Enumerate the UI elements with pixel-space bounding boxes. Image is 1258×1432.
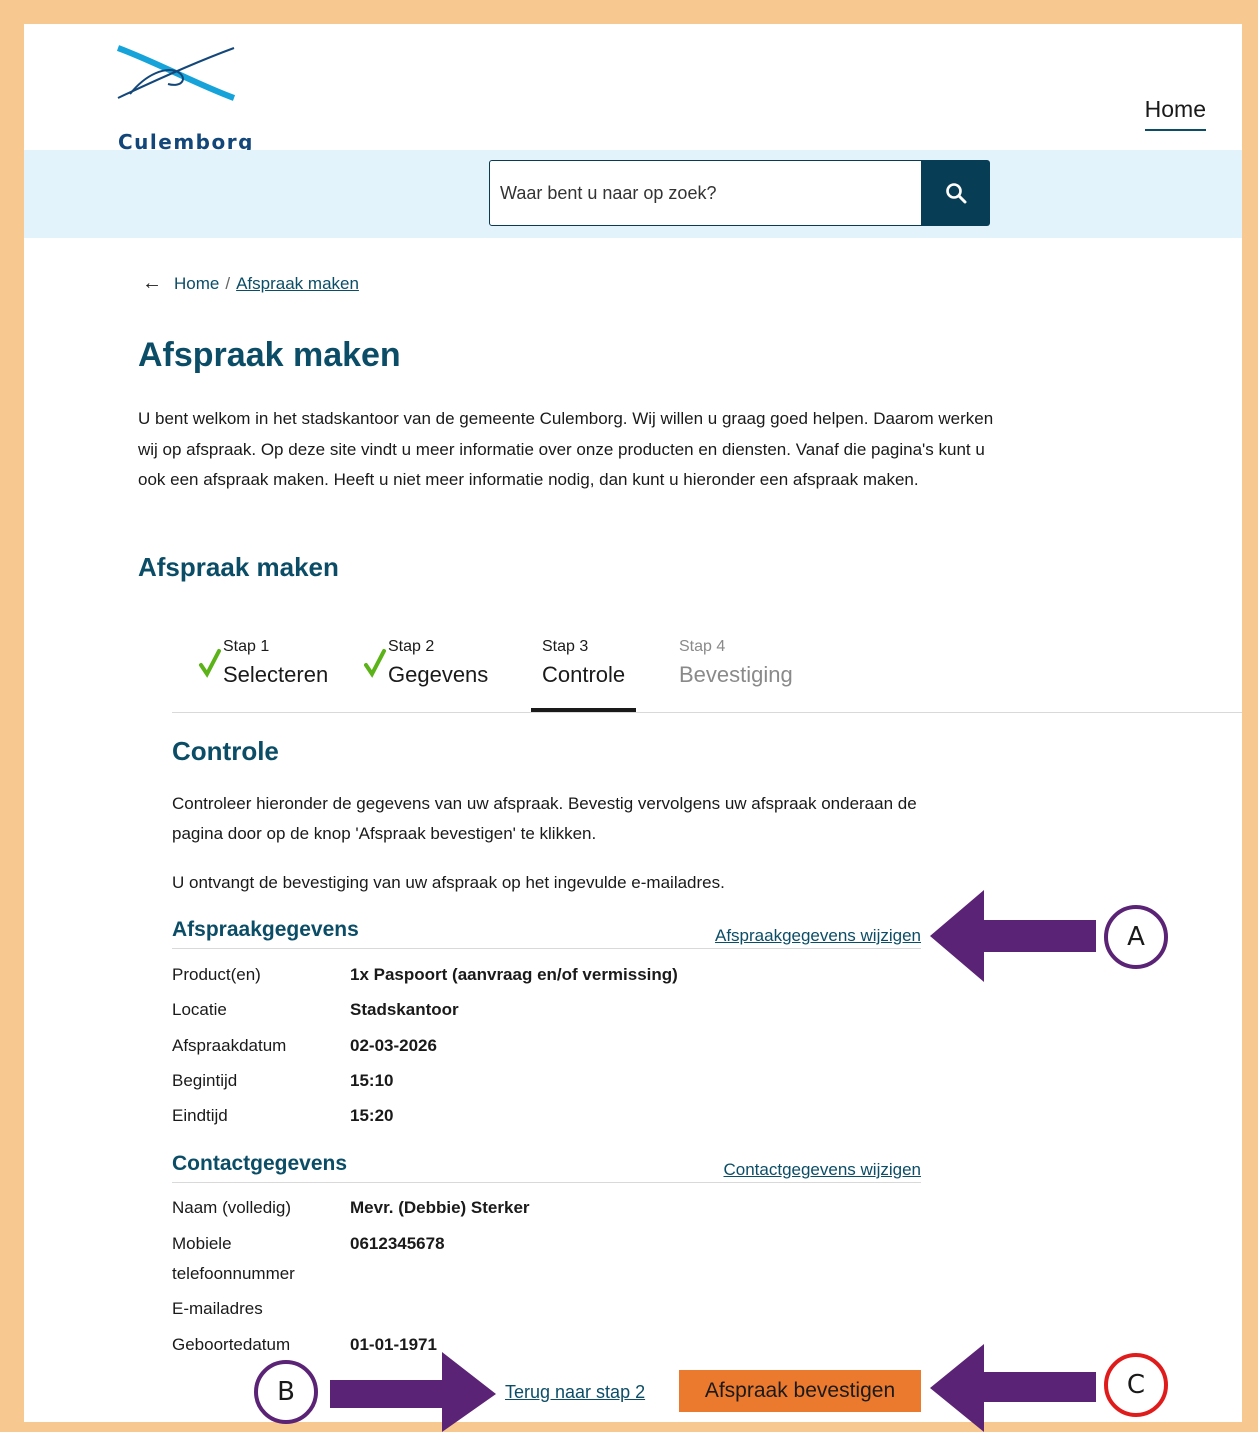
step-number: Stap 3 (542, 638, 589, 655)
contact-details-header: Contactgegevens Contactgegevens wijzigen (172, 1152, 921, 1183)
detail-label: Locatie (172, 1000, 227, 1019)
detail-value: Mevr. (Debbie) Sterker (350, 1198, 530, 1217)
step-1: Stap 1 Selecteren (199, 638, 329, 688)
controle-title: Controle (172, 736, 279, 766)
step-label: Selecteren (223, 662, 329, 687)
confirm-appointment-button[interactable]: Afspraak bevestigen (679, 1370, 921, 1412)
annotation-marker-b: B (254, 1360, 318, 1424)
breadcrumb-separator: / (225, 273, 231, 293)
detail-label: Mobiele telefoonnummer (172, 1234, 295, 1283)
search-band: Waar bent u naar op zoek? (24, 150, 1242, 238)
logo-mark-icon (116, 45, 236, 101)
step-label: Gegevens (388, 662, 489, 687)
section-subtitle: Afspraak maken (138, 552, 339, 582)
edit-appointment-link[interactable]: Afspraakgegevens wijzigen (715, 926, 921, 946)
detail-value: 02-03-2026 (350, 1036, 437, 1055)
search-input[interactable]: Waar bent u naar op zoek? (489, 160, 922, 226)
detail-label: Begintijd (172, 1071, 238, 1090)
edit-contact-link[interactable]: Contactgegevens wijzigen (723, 1160, 921, 1180)
culemborg-logo[interactable]: Culemborg (116, 44, 252, 154)
detail-label: Afspraakdatum (172, 1036, 287, 1055)
annotation-arrow-a-icon (930, 890, 1096, 982)
detail-value: 15:10 (350, 1071, 394, 1090)
appointment-details-title: Afspraakgegevens (172, 918, 359, 941)
breadcrumb: ← Home / Afspraak maken (142, 272, 359, 295)
appointment-details-header: Afspraakgegevens Afspraakgegevens wijzig… (172, 918, 921, 949)
checkmark-icon (199, 649, 221, 678)
detail-label: Geboortedatum (172, 1335, 291, 1354)
breadcrumb-home[interactable]: Home (174, 274, 219, 294)
detail-label: Product(en) (172, 965, 261, 984)
detail-value: 15:20 (350, 1106, 394, 1125)
step-3: Stap 3 Controle (530, 638, 637, 712)
contact-details-title: Contactgegevens (172, 1152, 348, 1175)
back-arrow-icon[interactable]: ← (142, 272, 162, 295)
intro-text: U bent welkom in het stadskantoor van de… (138, 409, 994, 489)
nav-home-link[interactable]: Home (1144, 96, 1206, 131)
step-label: Controle (542, 662, 626, 687)
step-2: Stap 2 Gegevens (364, 638, 489, 688)
confirmation-note: U ontvangt de bevestiging van uw afspraa… (172, 873, 725, 892)
annotation-marker-c: C (1104, 1353, 1168, 1417)
search-icon (946, 183, 967, 204)
step-label: Bevestiging (679, 662, 793, 687)
controle-instructions: Controleer hieronder de gegevens van uw … (172, 794, 917, 843)
annotation-arrow-c-icon (930, 1344, 1096, 1432)
detail-label: Naam (volledig) (172, 1198, 292, 1217)
annotation-arrow-b-icon (330, 1352, 496, 1432)
step-number: Stap 1 (223, 638, 270, 655)
detail-value: Stadskantoor (350, 1000, 459, 1019)
step-indicator: Stap 1 Selecteren Stap 2 Gegevens Stap 3… (172, 638, 1242, 713)
page-title: Afspraak maken (138, 336, 401, 374)
checkmark-icon (364, 649, 386, 678)
annotation-marker-a: A (1104, 905, 1168, 969)
page: Culemborg Home Waar bent u naar op zoek?… (24, 24, 1242, 1422)
detail-value: 1x Paspoort (aanvraag en/of vermissing) (350, 965, 678, 984)
detail-label: E-mailadres (172, 1299, 263, 1318)
detail-label: Eindtijd (172, 1106, 228, 1125)
breadcrumb-current[interactable]: Afspraak maken (236, 274, 359, 294)
step-number: Stap 4 (679, 638, 726, 655)
detail-value: 0612345678 (350, 1234, 445, 1253)
step-4: Stap 4 Bevestiging (679, 638, 793, 688)
search-button[interactable] (922, 160, 990, 226)
back-to-step-2-link[interactable]: Terug naar stap 2 (505, 1382, 645, 1403)
step-number: Stap 2 (388, 638, 435, 655)
